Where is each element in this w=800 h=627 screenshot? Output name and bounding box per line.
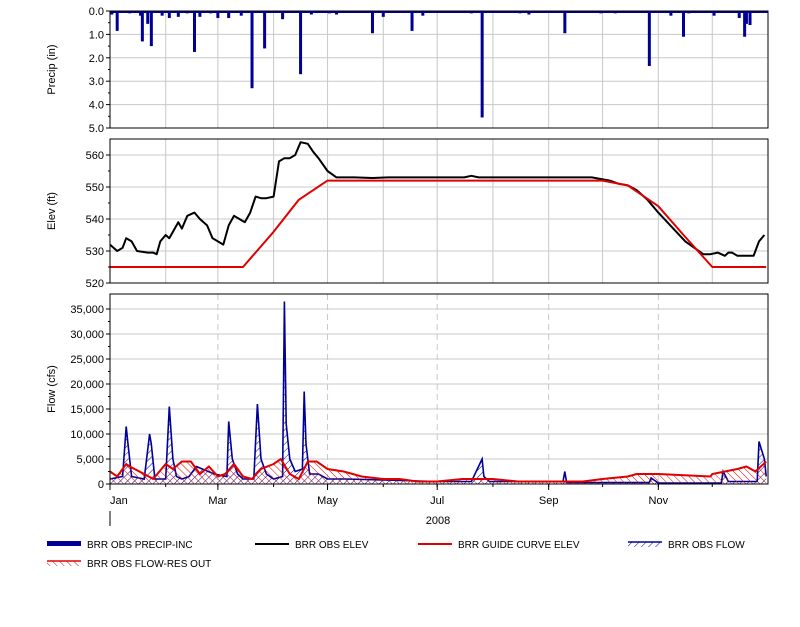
legend-item: BRR OBS FLOW-RES OUT (47, 559, 211, 570)
y-tick-label: 5.0 (89, 123, 104, 135)
y-tick-label: 560 (86, 150, 104, 162)
precip-bar (647, 11, 651, 66)
precip-bar (140, 11, 144, 42)
grid (110, 294, 768, 485)
x-tick-label: Jul (430, 495, 444, 507)
series-area (110, 459, 767, 484)
legend-label: BRR OBS FLOW-RES OUT (87, 559, 211, 570)
precip-bar (563, 11, 567, 34)
y-axis-label: Precip (in) (46, 44, 58, 94)
legend-item: BRR GUIDE CURVE ELEV (418, 540, 580, 551)
y-tick-label: 25,000 (70, 354, 104, 366)
precip-bar (149, 11, 153, 47)
y-tick-label: 520 (86, 278, 104, 290)
precip-bar (192, 11, 196, 52)
y-axis: 0 5,000 10,000 15,000 20,000 25,000 30,000 35,0… (46, 304, 110, 491)
precip-bar (682, 11, 686, 37)
legend-label: BRR OBS ELEV (295, 540, 369, 551)
legend-label: BRR GUIDE CURVE ELEV (458, 540, 580, 551)
precip-bar (250, 11, 254, 89)
y-tick-label: 5,000 (76, 454, 104, 466)
plot-frame (109, 10, 769, 129)
y-axis: 0.0 1.0 2.0 3.0 4.0 5.0 Precip (in) (46, 6, 110, 135)
legend-swatch (47, 541, 81, 546)
y-axis-label: Flow (cfs) (46, 365, 58, 413)
x-tick-label: Sep (539, 495, 559, 507)
y-tick-label: 3.0 (89, 76, 104, 88)
x-axis-label: 2008 (426, 515, 450, 527)
y-axis: 520 530 540 550 560 Elev (ft) (46, 150, 110, 290)
y-tick-label: 20,000 (70, 379, 104, 391)
y-tick-label: 2.0 (89, 53, 104, 65)
grid (110, 10, 768, 129)
time-axis: Jan Mar May Jul Sep Nov 2008 (109, 484, 713, 527)
y-axis-label: Elev (ft) (46, 192, 58, 230)
precip-bar (748, 11, 752, 26)
hydrograph-figure: 0.0 1.0 2.0 3.0 4.0 5.0 Precip (in) 520 530 540 55… (46, 6, 769, 570)
panel-1: 0.0 1.0 2.0 3.0 4.0 5.0 Precip (in) (46, 6, 769, 135)
y-tick-label: 1.0 (89, 29, 104, 41)
plot-frame (109, 138, 769, 284)
legend-label: BRR OBS FLOW (668, 540, 745, 551)
panel-2: 520 530 540 550 560 Elev (ft) (46, 138, 769, 290)
y-tick-label: 4.0 (89, 100, 104, 112)
series-line (109, 301, 767, 484)
y-tick-label: 530 (86, 246, 104, 258)
y-tick-label: 30,000 (70, 329, 104, 341)
y-tick-label: 35,000 (70, 304, 104, 316)
series-area (110, 301, 767, 484)
y-tick-label: 10,000 (70, 429, 104, 441)
precip-bar (480, 11, 484, 118)
legend-item: BRR OBS ELEV (255, 540, 369, 551)
legend-item: BRR OBS FLOW (628, 540, 745, 551)
brr-obs-precip-inc-series (110, 11, 768, 118)
plot-frame (109, 293, 769, 485)
precip-bar (299, 11, 303, 75)
x-tick-label: Jan (110, 495, 128, 507)
x-tick-label: May (317, 495, 338, 507)
grid (110, 139, 768, 284)
y-tick-label: 550 (86, 182, 104, 194)
x-tick-label: Mar (208, 495, 227, 507)
brr-obs-flow-series (109, 301, 767, 484)
brr-obs-flow-res-out-series (109, 457, 767, 484)
y-tick-label: 15,000 (70, 404, 104, 416)
panel-3: 0 5,000 10,000 15,000 20,000 25,000 30,000 35,0… (46, 293, 769, 491)
y-tick-label: 0 (98, 479, 104, 491)
precip-bar (115, 11, 119, 31)
precip-bar (370, 11, 374, 34)
x-tick-label: Nov (649, 495, 669, 507)
y-tick-label: 0.0 (89, 6, 104, 18)
precip-bar (263, 11, 267, 49)
y-tick-label: 540 (86, 214, 104, 226)
legend-label: BRR OBS PRECIP-INC (87, 540, 193, 551)
legend: BRR OBS PRECIP-INC BRR OBS ELEV BRR GUIDE … (47, 540, 745, 570)
legend-item: BRR OBS PRECIP-INC (47, 540, 193, 551)
precip-bar (410, 11, 414, 31)
